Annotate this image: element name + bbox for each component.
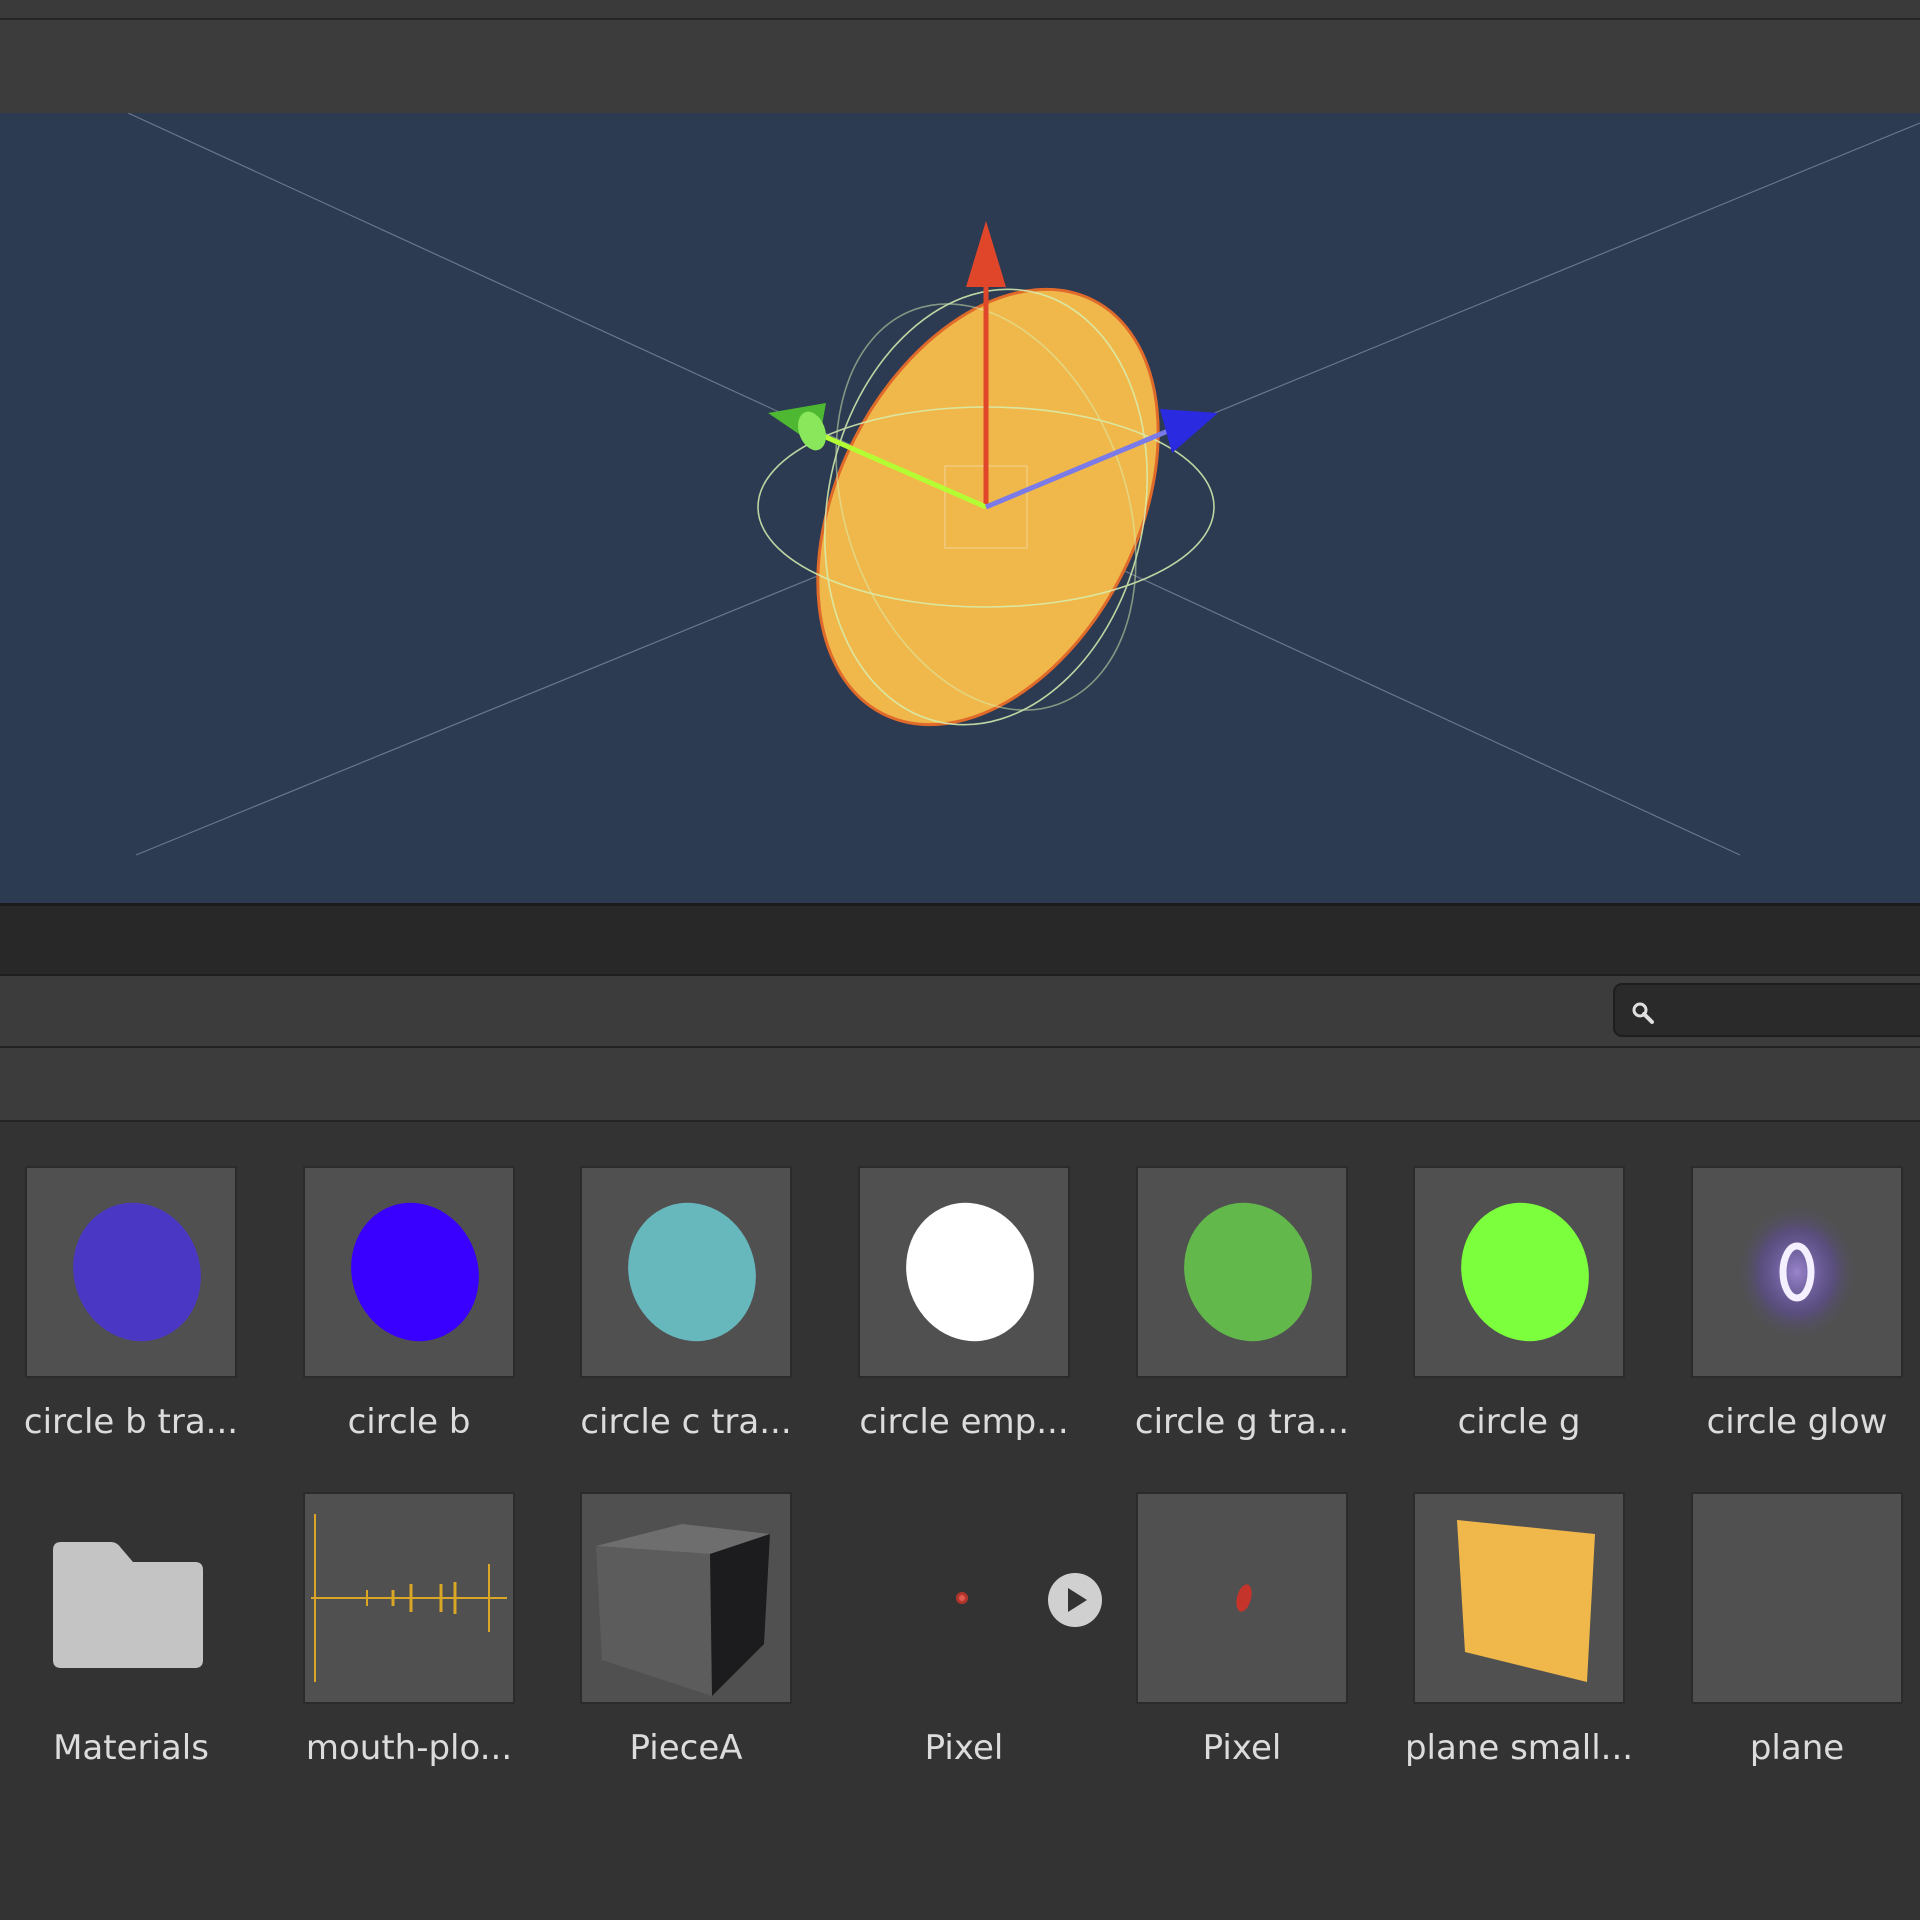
cyan-circle-transparent-sprite-icon [628, 1202, 756, 1342]
blue-circle-transparent-sprite-icon [73, 1202, 201, 1342]
pixel-sprite-icon [1236, 1584, 1252, 1612]
asset-label: Pixel [924, 1728, 1004, 1768]
blue-circle-sprite-icon [351, 1202, 479, 1342]
asset-label: plane small... [1404, 1728, 1634, 1768]
scene-toolbar [0, 20, 1920, 113]
pixel-prefab-icon [956, 1592, 968, 1604]
asset-label: circle glow [1706, 1402, 1888, 1442]
y-axis-arrow-icon[interactable] [966, 221, 1006, 287]
asset-label: circle g [1457, 1402, 1581, 1442]
scene-canvas [127, 113, 1920, 856]
asset-label: circle b tra... [23, 1402, 239, 1442]
breadcrumb [0, 1048, 1920, 1122]
asset-label: Pixel [1202, 1728, 1282, 1768]
white-circle-sprite-icon [906, 1202, 1034, 1342]
asset-label: Materials [53, 1728, 209, 1768]
glow-ring-sprite-icon [1735, 1202, 1859, 1342]
audio-waveform-icon [311, 1514, 507, 1682]
orange-plane-icon [1457, 1520, 1595, 1682]
project-panel-tabbar [0, 906, 1920, 976]
asset-label: PieceA [629, 1728, 743, 1768]
expand-prefab-play-button[interactable] [1047, 1572, 1103, 1628]
asset-label: circle g tra... [1134, 1402, 1350, 1442]
cube-model-icon [596, 1524, 770, 1696]
asset-label: circle b [347, 1402, 471, 1442]
scene-viewport[interactable] [0, 113, 1920, 906]
asset-grid: circle b tra... circle b circle c tra...… [0, 1122, 1920, 1920]
asset-label: plane [1749, 1728, 1845, 1768]
green-circle-transparent-sprite-icon [1184, 1202, 1312, 1342]
asset-label: mouth-plo... [305, 1728, 513, 1768]
search-input[interactable] [1613, 983, 1920, 1037]
green-circle-sprite-icon [1461, 1202, 1589, 1342]
search-icon [1629, 999, 1657, 1031]
play-icon [1048, 1573, 1102, 1627]
asset-label: circle emp... [859, 1402, 1069, 1442]
window-title-strip [0, 0, 1920, 20]
asset-label: circle c tra... [580, 1402, 792, 1442]
folder-icon [53, 1542, 203, 1668]
plane-blank-icon [1691, 1492, 1903, 1704]
